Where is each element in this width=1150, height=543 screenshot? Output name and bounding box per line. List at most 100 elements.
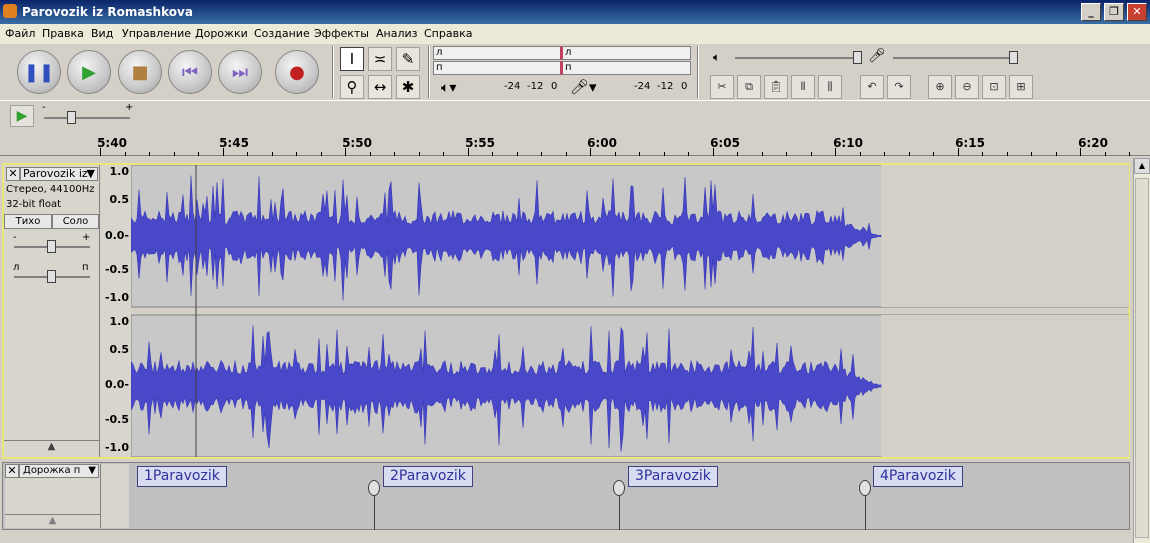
gain-plus: + (82, 232, 91, 243)
toolbars: ❚❚ ▶ ■ ⏮ ⏭ ● I ≍ ✎ ⚲ ↔ ✱ л п л п 🔈︎▾ -24… (0, 44, 1150, 100)
minimize-button[interactable]: _ (1081, 3, 1101, 21)
selection-tool-icon[interactable]: I (340, 47, 364, 71)
track-name-menu[interactable]: Parovozik iz ▼ (20, 167, 98, 181)
draw-tool-icon[interactable]: ✎ (396, 47, 420, 71)
zoom-tool-icon[interactable]: ⚲ (340, 75, 364, 99)
menu-control[interactable]: Управление (122, 27, 191, 40)
ruler-tick (590, 148, 591, 156)
collapse-label-track-icon[interactable]: ▲ (5, 514, 100, 528)
waveform[interactable] (131, 165, 1129, 457)
label-1[interactable]: 1Paravozik (137, 466, 227, 487)
ruler-tick (1129, 152, 1130, 156)
record-button[interactable]: ● (275, 50, 319, 94)
ruler-tick (443, 152, 444, 156)
stop-button[interactable]: ■ (118, 50, 162, 94)
separator (428, 46, 430, 98)
menu-file[interactable]: Файл (5, 27, 35, 40)
envelope-tool-icon[interactable]: ≍ (368, 47, 392, 71)
speed-plus: + (125, 102, 134, 113)
solo-button[interactable]: Соло (52, 214, 99, 229)
menu-generate[interactable]: Создание (254, 27, 310, 40)
scale-neg-mid-1: -0.5 (104, 263, 129, 276)
scroll-up-icon[interactable]: ▲ (1134, 158, 1150, 174)
vertical-scrollbar[interactable]: ▲ (1133, 158, 1150, 543)
meter-scale-24: -24 (504, 81, 521, 92)
meter-scale-12: -12 (527, 81, 544, 92)
label-4[interactable]: 4Paravozik (873, 466, 963, 487)
ruler-tick (1056, 152, 1057, 156)
mute-button[interactable]: Тихо (4, 214, 52, 229)
pause-button[interactable]: ❚❚ (17, 50, 61, 94)
ruler-tick (247, 152, 248, 156)
undo-icon[interactable]: ↶ (860, 75, 884, 99)
skip-end-button[interactable]: ⏭ (218, 50, 262, 94)
ruler-tick (468, 148, 469, 156)
ruler-label: 5:50 (342, 136, 372, 150)
menu-effects[interactable]: Эффекты (314, 27, 369, 40)
label-2[interactable]: 2Paravozik (383, 466, 473, 487)
ruler-tick (296, 152, 297, 156)
menu-tracks[interactable]: Дорожки (195, 27, 248, 40)
label-4-handle[interactable] (859, 480, 871, 496)
label-2-handle[interactable] (368, 480, 380, 496)
track-close-icon[interactable]: ✕ (6, 167, 20, 181)
input-volume-thumb[interactable] (1009, 51, 1018, 64)
menu-help[interactable]: Справка (424, 27, 472, 40)
timeline-ruler[interactable]: 5:40 5:45 5:50 5:55 6:00 6:05 6:10 6:15 6:20 (0, 130, 1150, 156)
separator (697, 46, 699, 98)
speed-slider-thumb[interactable] (67, 111, 76, 124)
play-button[interactable]: ▶ (67, 50, 111, 94)
zoom-in-icon[interactable]: ⊕ (928, 75, 952, 99)
label-3-handle[interactable] (613, 480, 625, 496)
speed-slider[interactable] (44, 117, 130, 119)
ruler-tick (370, 152, 371, 156)
ruler-tick (933, 152, 934, 156)
trim-icon[interactable]: ⦀ (791, 75, 815, 99)
cut-icon[interactable]: ✂ (710, 75, 734, 99)
vertical-scale: 1.0 0.5 0.0- -0.5 -1.0 1.0 0.5 0.0- -0.5… (101, 165, 131, 457)
output-volume-slider[interactable] (735, 57, 860, 59)
copy-icon[interactable]: ⧉ (737, 75, 761, 99)
menu-edit[interactable]: Правка (42, 27, 84, 40)
redo-icon[interactable]: ↷ (887, 75, 911, 99)
scroll-thumb[interactable] (1135, 178, 1149, 538)
label-track-close-icon[interactable]: ✕ (5, 464, 19, 478)
record-meter-right: п (560, 61, 691, 75)
speaker-icon[interactable]: 🔈︎▾ (441, 80, 456, 96)
close-button[interactable]: ✕ (1127, 3, 1147, 21)
output-volume-thumb[interactable] (853, 51, 862, 64)
meter-left-letter: л (565, 47, 572, 58)
label-track-gutter (101, 464, 129, 528)
ruler-tick (419, 152, 420, 156)
ruler-tick (345, 148, 346, 156)
restore-button[interactable]: ❐ (1104, 3, 1124, 21)
timeshift-tool-icon[interactable]: ↔ (368, 75, 392, 99)
ruler-tick (198, 152, 199, 156)
paste-icon[interactable]: 📋︎ (764, 75, 788, 99)
waveform-empty-right (881, 315, 1129, 457)
play-at-speed-button[interactable]: ▶ (10, 105, 34, 127)
ruler-label: 6:10 (833, 136, 863, 150)
ruler-tick (615, 152, 616, 156)
input-volume-icon: 🎤︎ (868, 48, 886, 64)
gain-minus: - (13, 232, 17, 243)
scale-top-2: 1.0 (109, 315, 130, 328)
menu-analyze[interactable]: Анализ (376, 27, 418, 40)
gain-slider-thumb[interactable] (47, 240, 56, 253)
zoom-out-icon[interactable]: ⊖ (955, 75, 979, 99)
input-volume-slider[interactable] (893, 57, 1018, 59)
silence-icon[interactable]: ⫼ (818, 75, 842, 99)
scale-mid-2: 0.5 (109, 343, 130, 356)
ruler-tick (664, 152, 665, 156)
multi-tool-icon[interactable]: ✱ (396, 75, 420, 99)
label-3[interactable]: 3Paravozik (628, 466, 718, 487)
skip-start-button[interactable]: ⏮ (168, 50, 212, 94)
label-track-name-menu[interactable]: Дорожка п ▼ (19, 464, 99, 478)
fit-selection-icon[interactable]: ⊡ (982, 75, 1006, 99)
microphone-icon[interactable]: 🎤︎▾ (570, 78, 597, 96)
scale-mid-1: 0.5 (109, 193, 130, 206)
pan-slider-thumb[interactable] (47, 270, 56, 283)
fit-project-icon[interactable]: ⊞ (1009, 75, 1033, 99)
collapse-track-icon[interactable]: ▲ (4, 440, 99, 454)
menu-view[interactable]: Вид (91, 27, 113, 40)
